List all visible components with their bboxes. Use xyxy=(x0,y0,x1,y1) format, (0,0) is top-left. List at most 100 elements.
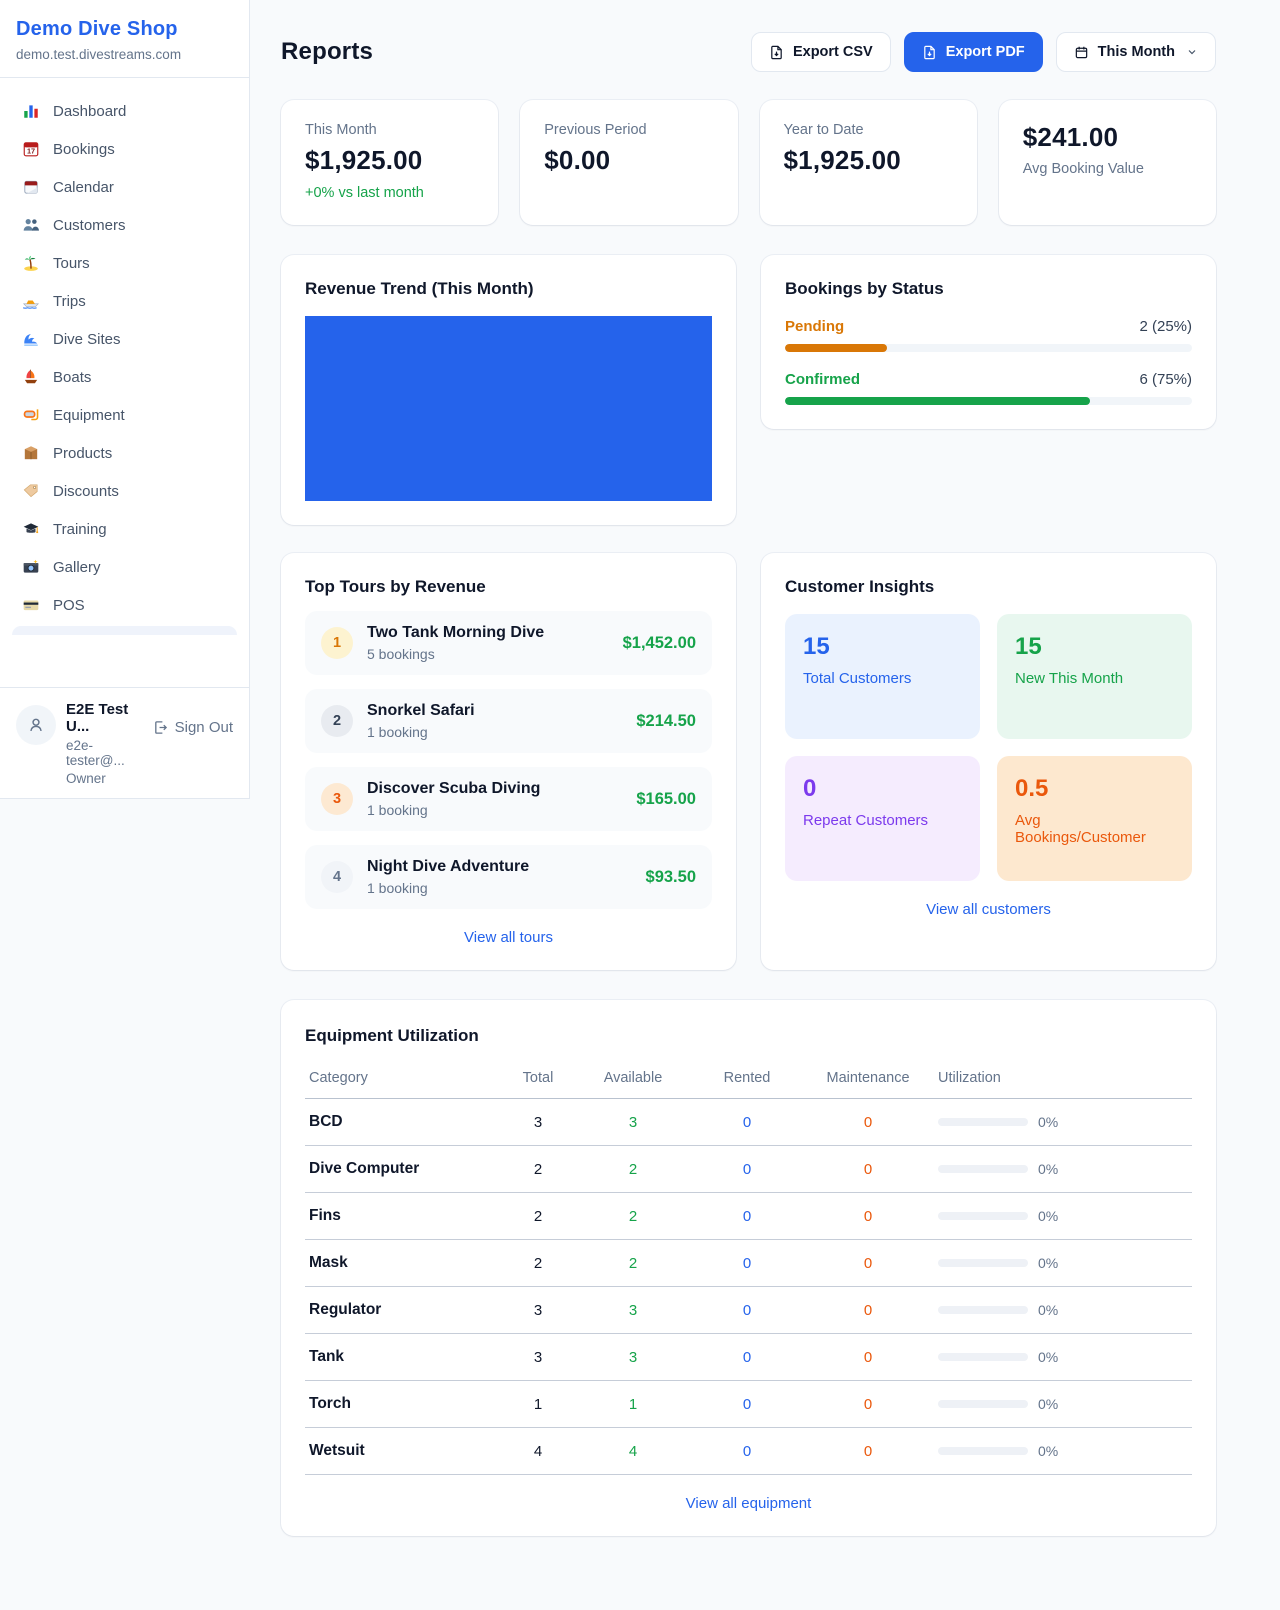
tour-name: Two Tank Morning Dive xyxy=(367,624,544,642)
sidebar-item-label: POS xyxy=(53,597,85,614)
utilization-percent: 0% xyxy=(1038,1443,1058,1459)
cell-category: Torch xyxy=(305,1381,502,1428)
insight-tiles: 15Total Customers15New This Month0Repeat… xyxy=(785,614,1192,881)
stat-label: This Month xyxy=(305,122,474,138)
rank-badge: 3 xyxy=(321,783,353,815)
cell-available: 2 xyxy=(574,1240,692,1287)
cell-maintenance: 0 xyxy=(802,1287,934,1334)
cell-total: 3 xyxy=(502,1287,574,1334)
tour-revenue: $93.50 xyxy=(646,868,696,887)
utilization-bar xyxy=(938,1165,1028,1173)
tour-row[interactable]: 2Snorkel Safari1 booking$214.50 xyxy=(305,689,712,753)
utilization-percent: 0% xyxy=(1038,1396,1058,1412)
revenue-trend-title: Revenue Trend (This Month) xyxy=(305,279,712,299)
table-row: Regulator33000% xyxy=(305,1287,1192,1334)
sidebar-item-bookings[interactable]: 17 Bookings xyxy=(12,130,237,168)
utilization-percent: 0% xyxy=(1038,1161,1058,1177)
cell-total: 3 xyxy=(502,1334,574,1381)
utilization-bar xyxy=(938,1353,1028,1361)
table-row: BCD33000% xyxy=(305,1099,1192,1146)
sign-out-button[interactable]: Sign Out xyxy=(153,719,233,736)
export-csv-button[interactable]: Export CSV xyxy=(751,32,891,72)
user-role: Owner xyxy=(66,771,143,786)
sidebar-item-label: Products xyxy=(53,445,112,462)
insight-value: 0 xyxy=(803,775,962,803)
sidebar-item-label: Discounts xyxy=(53,483,119,500)
cell-maintenance: 0 xyxy=(802,1428,934,1475)
equipment-table: CategoryTotalAvailableRentedMaintenanceU… xyxy=(305,1060,1192,1475)
bar-chart-icon xyxy=(22,102,40,120)
sidebar-item-trips[interactable]: Trips xyxy=(12,282,237,320)
user-email: e2e-tester@... xyxy=(66,738,143,768)
sidebar-item-dive-sites[interactable]: Dive Sites xyxy=(12,320,237,358)
column-header-available: Available xyxy=(574,1060,692,1099)
stat-label: Year to Date xyxy=(784,122,953,138)
utilization-wrap: 0% xyxy=(938,1396,1188,1412)
sidebar-item-discounts[interactable]: Discounts xyxy=(12,472,237,510)
status-bar-fill xyxy=(785,397,1090,405)
tour-bookings: 1 booking xyxy=(367,724,475,740)
status-label: Confirmed xyxy=(785,371,860,388)
cell-available: 2 xyxy=(574,1146,692,1193)
sidebar-item-reports-partial[interactable] xyxy=(12,626,237,635)
sidebar-item-label: Bookings xyxy=(53,141,115,158)
sidebar-item-products[interactable]: Products xyxy=(12,434,237,472)
tour-row[interactable]: 3Discover Scuba Diving1 booking$165.00 xyxy=(305,767,712,831)
user-section: E2E Test U... e2e-tester@... Owner Sign … xyxy=(0,687,249,798)
sidebar-item-gallery[interactable]: Gallery xyxy=(12,548,237,586)
export-pdf-label: Export PDF xyxy=(946,44,1025,60)
cell-available: 3 xyxy=(574,1287,692,1334)
table-row: Mask22000% xyxy=(305,1240,1192,1287)
view-all-equipment-link[interactable]: View all equipment xyxy=(305,1495,1192,1512)
tour-revenue: $165.00 xyxy=(636,790,696,809)
status-rows: Pending2 (25%)Confirmed6 (75%) xyxy=(785,318,1192,405)
tour-bookings: 1 booking xyxy=(367,802,540,818)
cell-total: 4 xyxy=(502,1428,574,1475)
cell-utilization: 0% xyxy=(934,1428,1192,1475)
sidebar-item-tours[interactable]: Tours xyxy=(12,244,237,282)
cell-maintenance: 0 xyxy=(802,1381,934,1428)
sidebar-item-dashboard[interactable]: Dashboard xyxy=(12,92,237,130)
sidebar-item-boats[interactable]: Boats xyxy=(12,358,237,396)
utilization-bar xyxy=(938,1306,1028,1314)
cell-utilization: 0% xyxy=(934,1193,1192,1240)
period-dropdown[interactable]: This Month xyxy=(1056,32,1216,72)
cell-total: 2 xyxy=(502,1240,574,1287)
stat-value: $1,925.00 xyxy=(305,145,474,176)
view-all-customers-link[interactable]: View all customers xyxy=(785,901,1192,918)
svg-text:17: 17 xyxy=(27,147,35,156)
sidebar-item-calendar[interactable]: Calendar xyxy=(12,168,237,206)
sidebar-item-customers[interactable]: Customers xyxy=(12,206,237,244)
sidebar-item-pos[interactable]: POS xyxy=(12,586,237,624)
insight-value: 15 xyxy=(803,633,962,661)
cell-category: Fins xyxy=(305,1193,502,1240)
top-tours-title: Top Tours by Revenue xyxy=(305,577,712,597)
tour-row[interactable]: 4Night Dive Adventure1 booking$93.50 xyxy=(305,845,712,909)
package-icon xyxy=(22,444,40,462)
cell-maintenance: 0 xyxy=(802,1193,934,1240)
insight-label: Repeat Customers xyxy=(803,812,962,829)
revenue-trend-chart xyxy=(305,316,712,501)
utilization-percent: 0% xyxy=(1038,1255,1058,1271)
cell-rented: 0 xyxy=(692,1240,802,1287)
table-row: Tank33000% xyxy=(305,1334,1192,1381)
sidebar-item-equipment[interactable]: Equipment xyxy=(12,396,237,434)
sidebar-item-label: Dive Sites xyxy=(53,331,121,348)
calendar-icon xyxy=(1074,45,1089,60)
utilization-bar xyxy=(938,1212,1028,1220)
revenue-trend-card: Revenue Trend (This Month) xyxy=(281,255,736,525)
column-header-maintenance: Maintenance xyxy=(802,1060,934,1099)
tour-revenue: $214.50 xyxy=(636,712,696,731)
insight-value: 0.5 xyxy=(1015,775,1174,803)
cell-maintenance: 0 xyxy=(802,1240,934,1287)
status-bar-track xyxy=(785,397,1192,405)
customer-insights-title: Customer Insights xyxy=(785,577,1192,597)
export-pdf-button[interactable]: Export PDF xyxy=(904,32,1043,72)
document-download-icon xyxy=(769,45,784,60)
sidebar-item-label: Dashboard xyxy=(53,103,126,120)
sailboat-icon xyxy=(22,368,40,386)
tour-row[interactable]: 1Two Tank Morning Dive5 bookings$1,452.0… xyxy=(305,611,712,675)
view-all-tours-link[interactable]: View all tours xyxy=(305,929,712,946)
cell-maintenance: 0 xyxy=(802,1334,934,1381)
sidebar-item-training[interactable]: Training xyxy=(12,510,237,548)
